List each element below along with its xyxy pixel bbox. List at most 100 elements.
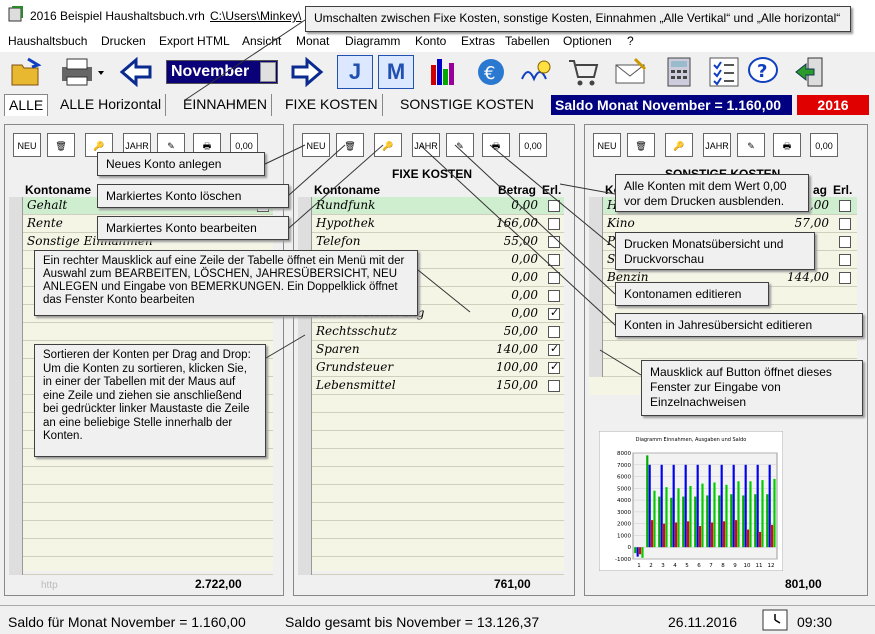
table-row[interactable]: Lebensmittel 150,00 xyxy=(298,377,564,395)
table-row[interactable]: Grundsteuer 100,00 xyxy=(298,359,564,377)
done-checkbox[interactable] xyxy=(548,218,560,230)
pencil-icon[interactable]: ✎ xyxy=(737,133,765,157)
arrow-left-icon[interactable] xyxy=(118,55,154,89)
trash-icon[interactable]: 🗑 xyxy=(336,133,364,157)
mail-icon[interactable] xyxy=(613,55,649,89)
table-row[interactable] xyxy=(298,467,564,485)
tab-fixe-kosten[interactable]: FIXE KOSTEN xyxy=(281,94,383,116)
table-row[interactable] xyxy=(298,449,564,467)
done-checkbox[interactable] xyxy=(839,200,851,212)
account-name: Gehalt xyxy=(27,198,68,212)
menu-drucken[interactable]: Drucken xyxy=(101,34,146,48)
account-name: Lebensmittel xyxy=(316,378,396,392)
table-row[interactable] xyxy=(589,341,857,359)
done-checkbox[interactable] xyxy=(548,254,560,266)
year-view-button[interactable]: J xyxy=(337,55,373,89)
open-folder-icon[interactable] xyxy=(8,55,44,89)
hide-zero-button[interactable]: 0,00 xyxy=(810,133,838,157)
done-checkbox[interactable] xyxy=(839,218,851,230)
table-row[interactable] xyxy=(298,485,564,503)
pencil-icon[interactable]: ✎ xyxy=(446,133,474,157)
done-checkbox[interactable] xyxy=(839,236,851,248)
menu-haushaltsbuch[interactable]: Haushaltsbuch xyxy=(8,34,87,48)
new-account-button[interactable]: NEU xyxy=(302,133,330,157)
hide-zero-button[interactable]: 0,00 xyxy=(519,133,547,157)
done-checkbox[interactable] xyxy=(548,290,560,302)
trash-icon[interactable]: 🗑 xyxy=(47,133,75,157)
table-row[interactable] xyxy=(298,413,564,431)
callout-edit-account: Markiertes Konto bearbeiten xyxy=(97,216,289,240)
idea-bulb-icon[interactable] xyxy=(518,55,554,89)
menu-diagramm[interactable]: Diagramm xyxy=(345,34,400,48)
calculator-icon[interactable] xyxy=(661,55,697,89)
done-checkbox[interactable] xyxy=(839,254,851,266)
new-account-button[interactable]: NEU xyxy=(13,133,41,157)
account-amount: 0,00 xyxy=(511,288,538,302)
done-checkbox[interactable] xyxy=(548,306,560,320)
chart-x-tick-label: 4 xyxy=(673,563,677,569)
arrow-right-icon[interactable] xyxy=(289,55,325,89)
menu-extras[interactable]: Extras xyxy=(461,34,495,48)
menu-optionen[interactable]: Optionen xyxy=(563,34,612,48)
edit-key-icon[interactable]: 🔑 xyxy=(665,133,693,157)
table-row[interactable] xyxy=(298,395,564,413)
done-checkbox[interactable] xyxy=(548,236,560,248)
table-row[interactable]: Rundfunk 0,00 xyxy=(298,197,564,215)
table-row[interactable] xyxy=(298,431,564,449)
table-row[interactable] xyxy=(298,521,564,539)
edit-key-icon[interactable]: 🔑 xyxy=(374,133,402,157)
table-row[interactable] xyxy=(298,539,564,557)
done-checkbox[interactable] xyxy=(548,326,560,338)
table-row[interactable] xyxy=(9,503,273,521)
print-icon[interactable]: 🖶 xyxy=(482,133,510,157)
menu-export-html[interactable]: Export HTML xyxy=(159,34,230,48)
done-checkbox[interactable] xyxy=(839,272,851,284)
month-select[interactable]: November xyxy=(166,60,278,84)
menu-monat[interactable]: Monat xyxy=(296,34,329,48)
help-icon[interactable]: ? xyxy=(745,55,781,89)
done-checkbox[interactable] xyxy=(548,272,560,284)
table-row[interactable] xyxy=(9,323,273,341)
year-overview-button[interactable]: JAHR xyxy=(412,133,440,157)
euro-icon[interactable]: € xyxy=(473,55,509,89)
table-row[interactable] xyxy=(9,485,273,503)
income-expense-chart[interactable]: Diagramm Einnahmen, Ausgaben und Saldo80… xyxy=(599,431,783,571)
table-row[interactable] xyxy=(9,521,273,539)
tab-einnahmen[interactable]: EINNAHMEN xyxy=(179,94,273,116)
chevron-down-icon[interactable] xyxy=(260,62,276,82)
table-row[interactable] xyxy=(298,557,564,575)
menu-ansicht[interactable]: Ansicht xyxy=(242,34,281,48)
chart-bar xyxy=(689,485,692,548)
table-row[interactable] xyxy=(9,467,273,485)
bar-chart-icon[interactable] xyxy=(425,55,461,89)
table-row[interactable]: Sparen 140,00 xyxy=(298,341,564,359)
new-account-button[interactable]: NEU xyxy=(593,133,621,157)
exit-icon[interactable] xyxy=(792,55,828,89)
done-checkbox[interactable] xyxy=(548,380,560,392)
table-row[interactable]: Telefon 55,00 xyxy=(298,233,564,251)
printer-icon[interactable] xyxy=(58,55,108,89)
tab-alle[interactable]: ALLE xyxy=(4,94,49,116)
menu-help[interactable]: ? xyxy=(627,34,634,48)
done-checkbox[interactable] xyxy=(548,360,560,374)
done-checkbox[interactable] xyxy=(548,342,560,356)
tab-alle-horizontal[interactable]: ALLE Horizontal xyxy=(56,94,167,116)
trash-icon[interactable]: 🗑 xyxy=(627,133,655,157)
table-row[interactable] xyxy=(298,503,564,521)
menu-konto[interactable]: Konto xyxy=(415,34,446,48)
done-checkbox[interactable] xyxy=(548,200,560,212)
table-row[interactable]: Hypothek 166,00 xyxy=(298,215,564,233)
checklist-icon[interactable] xyxy=(706,55,742,89)
print-icon[interactable]: 🖶 xyxy=(773,133,801,157)
table-row[interactable]: Rechtsschutz 50,00 xyxy=(298,323,564,341)
table-row[interactable] xyxy=(9,539,273,557)
menu-tabellen[interactable]: Tabellen xyxy=(505,34,550,48)
chart-bar xyxy=(682,496,685,548)
tab-sonstige-kosten[interactable]: SONSTIGE KOSTEN xyxy=(396,94,538,116)
table-row[interactable]: Kino 57,00 xyxy=(589,215,857,233)
chart-bar xyxy=(744,464,747,548)
shopping-cart-icon[interactable] xyxy=(566,55,602,89)
month-view-button[interactable]: M xyxy=(378,55,414,89)
table-row[interactable] xyxy=(9,557,273,575)
year-overview-button[interactable]: JAHR xyxy=(703,133,731,157)
